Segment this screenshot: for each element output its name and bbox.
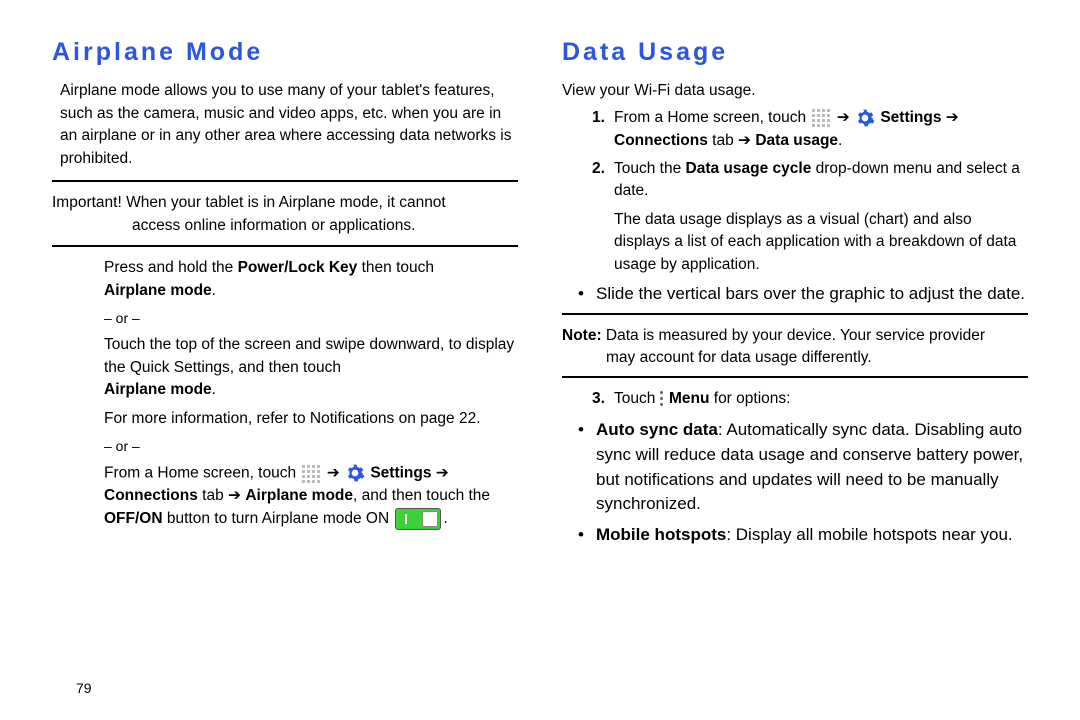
menu-term: Menu bbox=[669, 390, 709, 407]
off-on-term: OFF/ON bbox=[104, 510, 163, 527]
settings-gear-icon bbox=[344, 462, 366, 484]
connections-term: Connections bbox=[104, 487, 198, 504]
important-note: Important! When your tablet is in Airpla… bbox=[52, 192, 518, 237]
menu-dots-icon bbox=[660, 391, 663, 406]
important-text2: access online information or application… bbox=[52, 215, 518, 237]
settings-term: Settings bbox=[880, 109, 941, 126]
option-mobile-hotspots: Mobile hotspots: Display all mobile hots… bbox=[562, 523, 1028, 548]
left-column: Airplane Mode Airplane mode allows you t… bbox=[40, 34, 540, 700]
du-step2-explain: The data usage displays as a visual (cha… bbox=[562, 209, 1028, 276]
airplane-intro: Airplane mode allows you to use many of … bbox=[52, 80, 518, 170]
data-usage-cycle-term: Data usage cycle bbox=[686, 160, 812, 177]
divider bbox=[52, 180, 518, 182]
notifications-ref: Notifications bbox=[310, 410, 394, 427]
auto-sync-name: Auto sync data bbox=[596, 420, 718, 439]
step-settings-path: From a Home screen, touch ➔ Settings ➔ C… bbox=[52, 462, 518, 530]
settings-term: Settings bbox=[370, 465, 431, 482]
heading-data-usage: Data Usage bbox=[562, 34, 1028, 70]
step-powerlock: Press and hold the Power/Lock Key then t… bbox=[52, 257, 518, 302]
connections-term: Connections bbox=[614, 132, 708, 149]
power-lock-key-term: Power/Lock Key bbox=[238, 259, 358, 276]
important-text1: When your tablet is in Airplane mode, it… bbox=[122, 194, 446, 211]
step-number: 3. bbox=[592, 388, 605, 410]
cross-reference: For more information, refer to Notificat… bbox=[52, 408, 518, 430]
important-label: Important! bbox=[52, 194, 122, 211]
mobile-hotspots-name: Mobile hotspots bbox=[596, 525, 726, 544]
heading-airplane-mode: Airplane Mode bbox=[52, 34, 518, 70]
right-column: Data Usage View your Wi-Fi data usage. 1… bbox=[540, 34, 1040, 700]
step-number: 2. bbox=[592, 158, 605, 180]
divider bbox=[562, 313, 1028, 315]
page-number: 79 bbox=[76, 680, 92, 696]
airplane-mode-term: Airplane mode bbox=[104, 381, 212, 398]
airplane-mode-term: Airplane mode bbox=[104, 282, 212, 299]
du-step2: 2. Touch the Data usage cycle drop-down … bbox=[562, 158, 1028, 203]
note-text2: may account for data usage differently. bbox=[562, 347, 1028, 369]
or-separator: – or – bbox=[52, 436, 518, 456]
divider bbox=[562, 376, 1028, 378]
step-quicksettings: Touch the top of the screen and swipe do… bbox=[52, 334, 518, 401]
or-separator: – or – bbox=[52, 308, 518, 328]
airplane-mode-term: Airplane mode bbox=[245, 487, 353, 504]
settings-gear-icon bbox=[854, 107, 876, 129]
note-block: Note: Data is measured by your device. Y… bbox=[562, 325, 1028, 370]
du-step3: 3. Touch Menu for options: bbox=[562, 388, 1028, 410]
note-label: Note: bbox=[562, 327, 602, 344]
divider bbox=[52, 245, 518, 247]
step-number: 1. bbox=[592, 107, 605, 129]
document-page: Airplane Mode Airplane mode allows you t… bbox=[0, 0, 1080, 720]
option-auto-sync: Auto sync data: Automatically sync data.… bbox=[562, 418, 1028, 517]
data-usage-intro: View your Wi-Fi data usage. bbox=[562, 80, 1028, 102]
note-text1: Data is measured by your device. Your se… bbox=[602, 327, 985, 344]
du-step1: 1. From a Home screen, touch ➔ Settings … bbox=[562, 107, 1028, 152]
apps-icon bbox=[302, 465, 320, 483]
on-switch-icon bbox=[395, 508, 441, 530]
apps-icon bbox=[812, 109, 830, 127]
data-usage-term: Data usage bbox=[755, 132, 838, 149]
slide-bars-bullet: Slide the vertical bars over the graphic… bbox=[562, 282, 1028, 307]
